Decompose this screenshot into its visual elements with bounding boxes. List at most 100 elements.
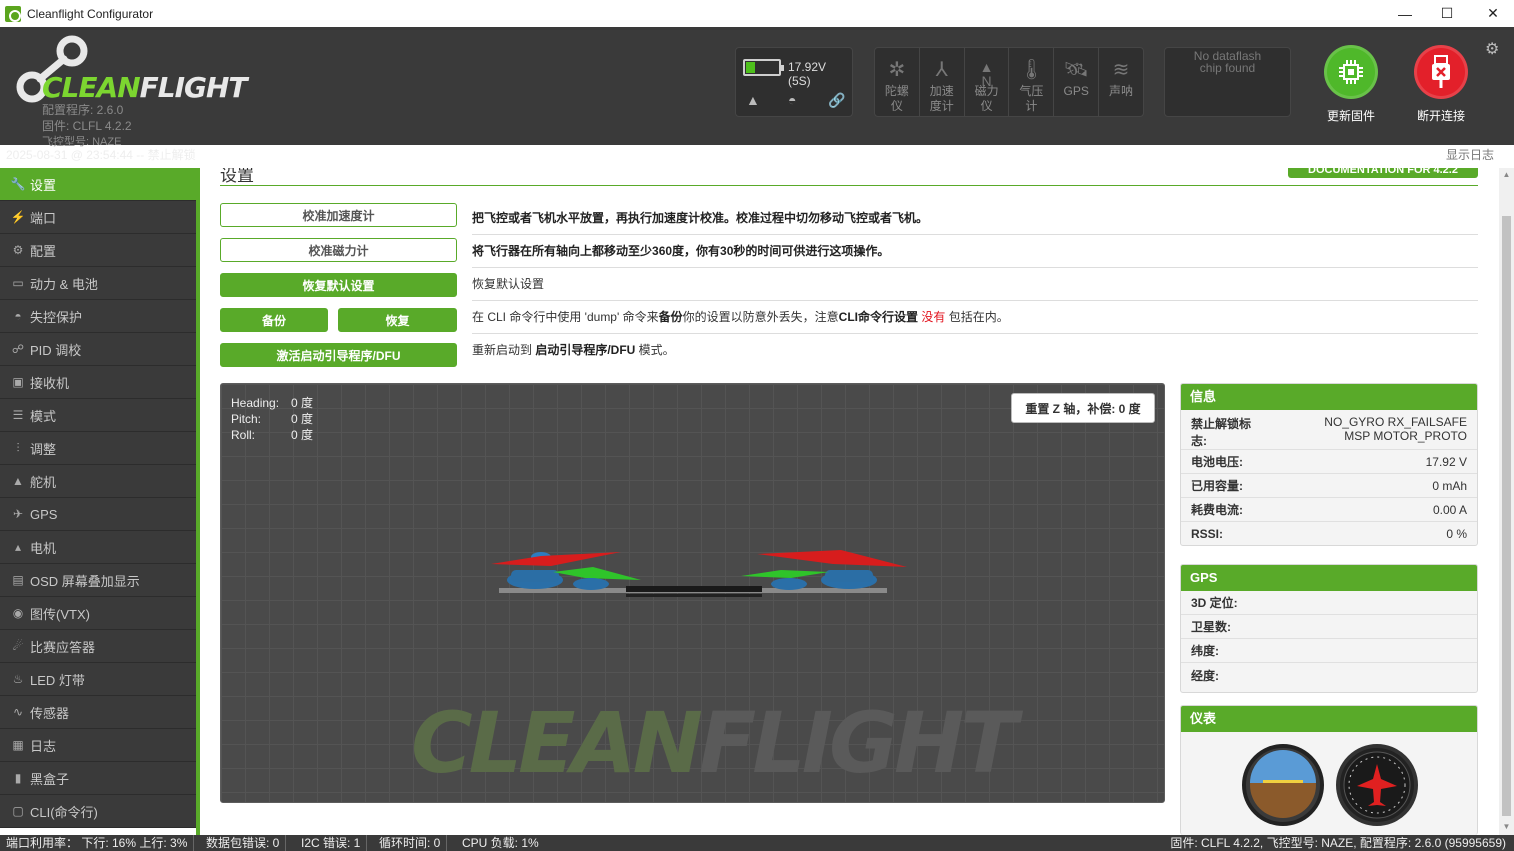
quadcopter-model-icon	[491, 550, 907, 597]
close-button[interactable]: ✕	[1470, 0, 1514, 27]
logo-text-flight: FLIGHT	[139, 71, 248, 104]
gps-fix-label: 3D 定位:	[1191, 596, 1238, 610]
config-version: 配置程序: 2.6.0	[42, 103, 124, 117]
sensor-label: 加速度计	[929, 84, 954, 113]
status-footer: 端口利用率： 下行: 16% 上行: 3% 数据包错误: 0 I2C 错误: 1…	[0, 835, 1514, 851]
chip-icon	[1324, 45, 1378, 99]
sidebar-item-motor[interactable]: ▴ 电机	[0, 531, 196, 564]
sidebar-item-label: 调整	[30, 441, 57, 457]
sidebar-item-vtx[interactable]: ◉ 图传(VTX)	[0, 597, 196, 630]
attitude-indicator-icon	[1242, 744, 1324, 826]
gps-lon-row: 经度:	[1181, 663, 1477, 687]
documentation-button[interactable]: DOCUMENTATION FOR 4.2.2	[1288, 168, 1478, 178]
minimize-button[interactable]: —	[1382, 0, 1428, 27]
capacity-value: 0 mAh	[1432, 478, 1467, 493]
sidebar-item-log[interactable]: ▦ 日志	[0, 729, 196, 762]
status-text: 2025-08-31 @ 23:54:44 -- 禁止解锁	[6, 148, 196, 162]
scroll-down-arrow-icon[interactable]: ▼	[1499, 820, 1514, 834]
backup-button[interactable]: 备份	[220, 308, 328, 332]
content-scrollbar[interactable]: ▲ ▼	[1499, 168, 1514, 835]
sidebar-item-label: 设置	[30, 177, 57, 193]
sidebar-item-cli[interactable]: ▢ CLI(命令行)	[0, 795, 196, 828]
sidebar-item-modes[interactable]: ☰ 模式	[0, 399, 196, 432]
status-line: 2025-08-31 @ 23:54:44 -- 禁止解锁 显示日志	[0, 145, 1514, 165]
sensor-gps: 🛰 GPS	[1054, 48, 1100, 116]
activate-dfu-button[interactable]: 激活启动引导程序/DFU	[220, 343, 457, 367]
sidebar-item-label: 接收机	[30, 375, 70, 391]
sidebar-item-gear[interactable]: ⚙ 配置	[0, 234, 196, 267]
rssi-value: 0 %	[1446, 527, 1467, 541]
sensor-label: 磁力仪	[974, 84, 999, 113]
sidebar-item-led[interactable]: ♨ LED 灯带	[0, 663, 196, 696]
sidebar-item-label: 动力 & 电池	[30, 276, 98, 292]
calibrate-mag-button[interactable]: 校准磁力计	[220, 238, 457, 262]
sidebar-item-label: 失控保护	[30, 309, 83, 325]
title-divider	[220, 185, 1478, 186]
sensor-sonar: ≋ 声呐	[1099, 48, 1143, 116]
sidebar-item-battery[interactable]: ▭ 动力 & 电池	[0, 267, 196, 300]
sidebar-item-transponder[interactable]: ☄ 比赛应答器	[0, 630, 196, 663]
instrument-gauges	[1242, 744, 1418, 826]
show-log-link[interactable]: 显示日志	[1446, 145, 1494, 165]
accel-icon: ⅄	[935, 59, 948, 81]
wrench-icon: 🔧	[10, 177, 26, 191]
sidebar-item-plug[interactable]: ⚡ 端口	[0, 201, 196, 234]
sidebar-item-osd[interactable]: ▤ OSD 屏幕叠加显示	[0, 564, 196, 597]
scroll-up-arrow-icon[interactable]: ▲	[1499, 168, 1514, 182]
calibrate-accel-button[interactable]: 校准加速度计	[220, 203, 457, 227]
capacity-row: 已用容量: 0 mAh	[1181, 474, 1477, 498]
gps-lon-label: 经度:	[1191, 668, 1219, 683]
gps-sats-label: 卫星数:	[1191, 620, 1231, 634]
instruments-panel: 仪表	[1180, 705, 1478, 835]
main-content: 设置 DOCUMENTATION FOR 4.2.2 校准加速度计 校准磁力计 …	[200, 168, 1499, 835]
sidebar-item-servo[interactable]: ▲ 舵机	[0, 465, 196, 498]
baro-icon: 🌡	[1018, 59, 1045, 81]
modes-icon: ☰	[12, 408, 24, 422]
voltage-label: 电池电压:	[1191, 455, 1243, 469]
sidebar-item-wrench[interactable]: 🔧 设置	[0, 168, 196, 201]
gps-panel-title: GPS	[1181, 565, 1477, 591]
warning-icon: ▲	[746, 92, 760, 108]
app-icon	[5, 5, 21, 22]
voltage-value: 17.92 V	[1425, 454, 1467, 469]
arming-flags-row: 禁止解锁标志: NO_GYRO RX_FAILSAFE MSP MOTOR_PR…	[1181, 410, 1477, 450]
link-icon: 🔗	[828, 92, 846, 108]
maximize-button[interactable]: ☐	[1424, 0, 1470, 27]
battery-icon	[743, 59, 784, 76]
flash-firmware-label: 更新固件	[1326, 109, 1375, 123]
cpu-load: CPU 负载: 1%	[462, 836, 539, 850]
sidebar-item-label: 传感器	[30, 705, 70, 721]
flash-firmware-button[interactable]: 更新固件	[1306, 45, 1396, 124]
model-3d-view[interactable]: CLEANFLIGHT Heading: 0 度 Pitch: 0 度 Roll: 0…	[220, 383, 1165, 803]
heading-indicator-icon	[1336, 744, 1418, 826]
restore-button[interactable]: 恢复	[338, 308, 457, 332]
receiver-icon: ▣	[12, 375, 24, 389]
reset-defaults-button[interactable]: 恢复默认设置	[220, 273, 457, 297]
vtx-icon: ◉	[12, 606, 24, 620]
sidebar-item-sensors[interactable]: ∿ 传感器	[0, 696, 196, 729]
scroll-thumb[interactable]	[1502, 216, 1511, 816]
sidebar-item-pid[interactable]: ☍ PID 调校	[0, 333, 196, 366]
capacity-label: 已用容量:	[1191, 479, 1243, 493]
desc-calibrate-accel: 把飞控或者飞机水平放置，再执行加速度计校准。校准过程中切勿移动飞控或者飞机。	[472, 202, 1478, 235]
sidebar-item-adjust[interactable]: ⫶ 调整	[0, 432, 196, 465]
packet-errors: 数据包错误: 0	[200, 835, 287, 851]
desc-reset: 恢复默认设置	[472, 268, 1478, 301]
i2c-errors: I2C 错误: 1	[295, 835, 368, 851]
transponder-icon: ☄	[12, 639, 24, 653]
info-panel-title: 信息	[1181, 384, 1477, 410]
gps-panel: GPS 3D 定位: 卫星数: 纬度: 经度:	[1180, 564, 1478, 693]
sidebar-item-label: LED 灯带	[30, 672, 85, 688]
sidebar-item-label: 黑盒子	[30, 771, 70, 787]
sidebar-item-label: CLI(命令行)	[30, 804, 98, 820]
sidebar-item-satellite[interactable]: ✈ GPS	[0, 498, 196, 531]
gps-lat-row: 纬度:	[1181, 639, 1477, 663]
sidebar-item-blackbox[interactable]: ▮ 黑盒子	[0, 762, 196, 795]
settings-gear-icon[interactable]: ⚙	[1485, 39, 1499, 59]
arming-flags-label: 禁止解锁标志:	[1191, 417, 1252, 448]
gyro-icon: ✲	[888, 59, 906, 81]
osd-icon: ▤	[12, 573, 24, 587]
sidebar-item-receiver[interactable]: ▣ 接收机	[0, 366, 196, 399]
sidebar-item-parachute[interactable]: ◓ 失控保护	[0, 300, 196, 333]
disconnect-button[interactable]: 断开连接	[1396, 45, 1486, 124]
